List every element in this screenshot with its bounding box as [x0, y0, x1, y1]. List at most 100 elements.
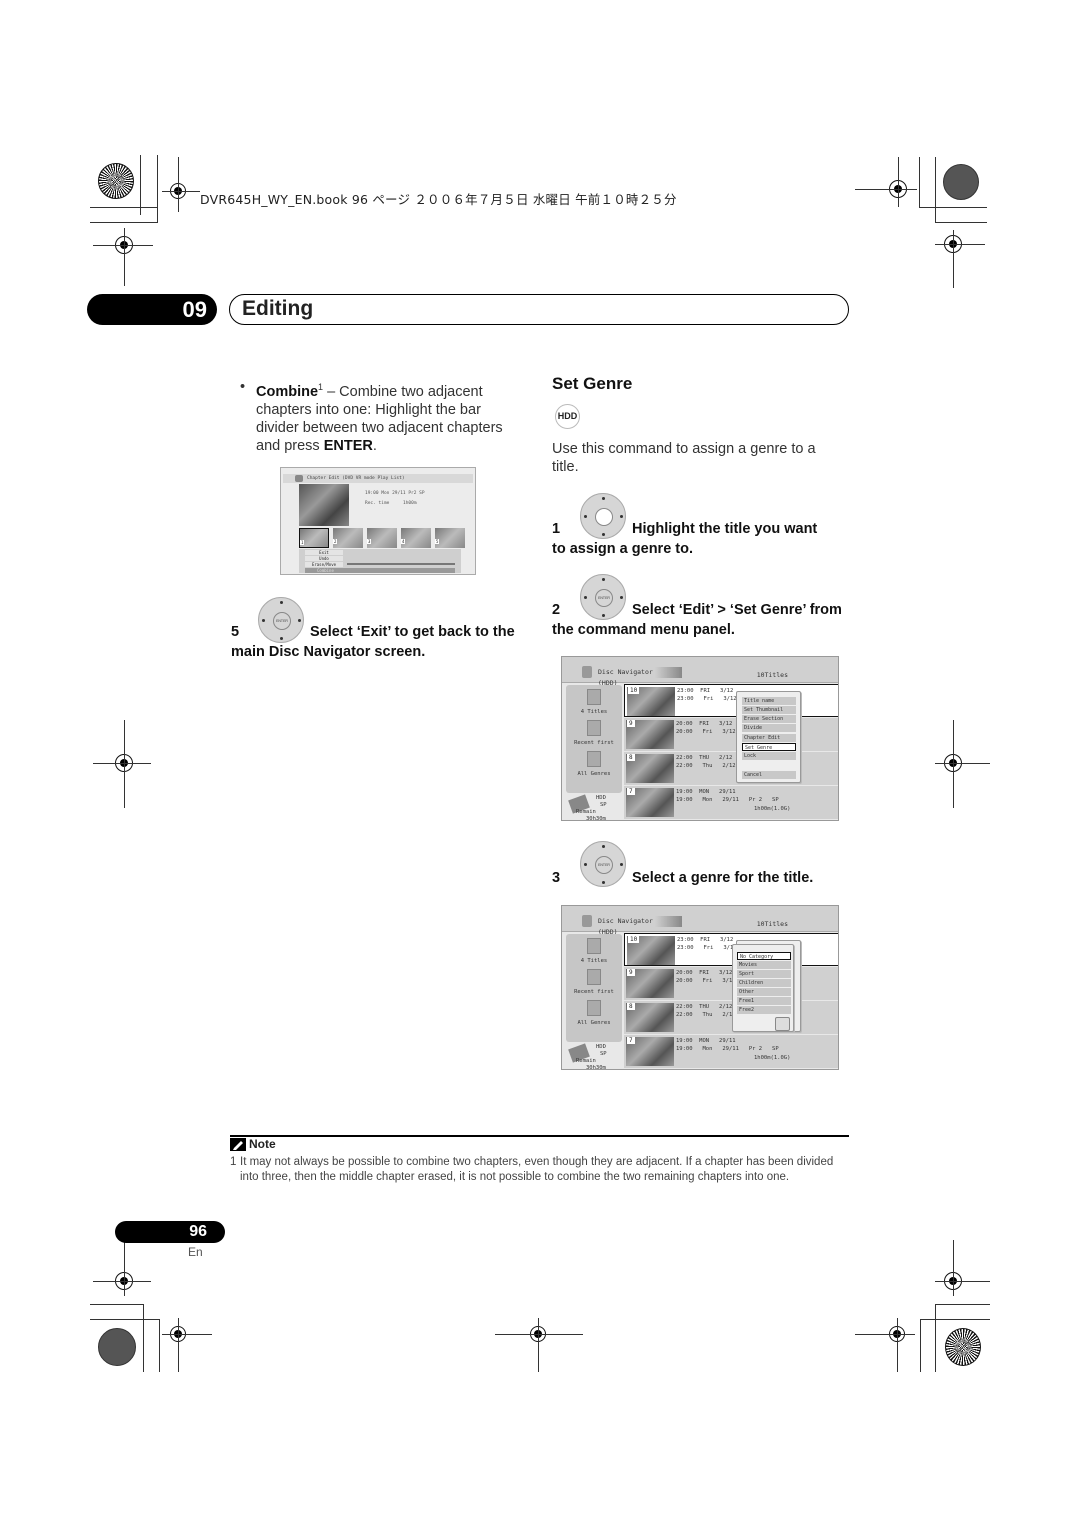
step-3-text: Select a genre for the title. — [632, 870, 814, 886]
square-icon — [587, 720, 601, 736]
sidebar-recent[interactable]: Recent first — [566, 969, 622, 995]
menu-item-erase-move[interactable]: Erase/Move — [305, 562, 343, 567]
step-2-number: 2 — [552, 602, 561, 618]
menu-item-set-thumbnail[interactable]: Set Thumbnail — [742, 706, 796, 714]
note-heading: Note — [249, 1137, 276, 1151]
genre-item-other[interactable]: Other — [737, 988, 791, 996]
footnote: 1 It may not always be possible to combi… — [230, 1155, 850, 1184]
step-5-number: 5 — [231, 624, 240, 640]
hdd-badge: HDD — [555, 404, 580, 429]
title-row[interactable]: 9 20:00 FRI 3/12 20:00 Fri 3/12 — [624, 718, 838, 751]
nav-sidebar: 4 Titles Recent first All Genres — [566, 934, 622, 1042]
genre-icon — [587, 751, 601, 767]
step-5-text-cont: main Disc Navigator screen. — [231, 644, 426, 660]
combine-term: Combine — [256, 383, 319, 400]
step-1-text: Highlight the title you want — [632, 521, 818, 537]
section-intro: Use this command to assign a genre to a … — [552, 441, 816, 475]
disc-icon — [582, 915, 592, 927]
section-title: Set Genre — [552, 374, 633, 393]
genre-item-no-category[interactable]: No Category — [737, 952, 791, 960]
note-divider — [230, 1135, 849, 1137]
recording-info: 19:00 Mon 29/11 Pr2 SP — [365, 491, 425, 496]
bullet: • — [240, 379, 246, 395]
disc-icon — [582, 666, 592, 678]
screen-title: Disc Navigator (HDD) — [592, 916, 682, 936]
chapter-thumb[interactable]: 5 — [435, 528, 465, 548]
menu-item-erase-section[interactable]: Erase Section — [742, 715, 796, 723]
square-icon — [587, 969, 601, 985]
disc-status: HDD SP Remain 30h30m — [566, 1043, 622, 1069]
remote-joystick-enter-icon: ENTER — [258, 597, 304, 643]
menu-item-title-name[interactable]: Title name — [742, 697, 796, 705]
chapter-edit-menu: Exit Undo Erase/Move Combine — [299, 549, 461, 573]
list-icon — [587, 938, 601, 954]
disc-icon — [295, 475, 303, 482]
starburst-target-icon — [945, 1328, 981, 1366]
sidebar-titles[interactable]: 4 Titles — [566, 689, 622, 715]
chapter-number: 09 — [87, 294, 217, 325]
genre-item-children[interactable]: Children — [737, 979, 791, 987]
gray-target-icon — [943, 164, 979, 200]
chapter-title: Editing — [229, 294, 849, 325]
nav-sidebar: 4 Titles Recent first All Genres — [566, 685, 622, 793]
title-row[interactable]: 8 22:00 THU 2/12 22:00 Thu 2/12 — [624, 752, 838, 785]
gray-target-icon — [98, 1328, 136, 1366]
note-pencil-icon — [230, 1138, 246, 1151]
remote-joystick-enter-icon: ENTER — [580, 841, 626, 887]
book-file-header: DVR645H_WY_EN.book 96 ページ ２００６年７月５日 水曜日 … — [200, 192, 677, 207]
step-2-text: Select ‘Edit’ > ‘Set Genre’ from — [632, 602, 842, 618]
title-row[interactable]: 7 19:00 MON 29/11 19:00 Mon 29/11 Pr 2 S… — [624, 786, 838, 819]
combine-bullet: • Combine1 – Combine two adjacent chapte… — [240, 379, 503, 454]
disc-navigator-genre-menu-screenshot: Disc Navigator (HDD) 10Titles 4 Titles R… — [561, 905, 839, 1070]
menu-item-set-genre[interactable]: Set Genre — [742, 743, 796, 751]
title-count: 10Titles — [756, 671, 788, 679]
step-1-number: 1 — [552, 521, 561, 537]
remote-joystick-enter-icon: ENTER — [580, 574, 626, 620]
menu-item-divide[interactable]: Divide — [742, 724, 796, 732]
chapter-bar[interactable] — [347, 563, 455, 565]
chapter-thumb[interactable]: 4 — [401, 528, 431, 548]
menu-item-undo[interactable]: Undo — [305, 556, 343, 561]
sidebar-genres[interactable]: All Genres — [566, 1000, 622, 1026]
page-number: 96 — [115, 1221, 225, 1243]
enter-key: ENTER — [323, 437, 373, 454]
menu-item-exit[interactable]: Exit — [305, 550, 343, 555]
genre-item-movies[interactable]: Movies — [737, 961, 791, 969]
chapter-thumb[interactable]: 2 — [333, 528, 363, 548]
step-2-text-cont: the command menu panel. — [552, 622, 735, 638]
menu-item-combine[interactable]: Combine — [305, 568, 455, 573]
title-row[interactable]: 10 23:00 FRI 3/12 23:00 Fri 3/12 — [624, 684, 838, 717]
genre-preview-box — [775, 1017, 790, 1031]
genre-item-sport[interactable]: Sport — [737, 970, 791, 978]
genre-menu: No Category Movies Sport Children Other … — [732, 944, 794, 1032]
footnote-text: It may not always be possible to combine… — [240, 1156, 834, 1183]
edit-command-menu: Title name Set Thumbnail Erase Section D… — [736, 691, 801, 783]
starburst-target-icon — [98, 163, 134, 199]
menu-item-lock[interactable]: Lock — [742, 752, 796, 760]
sidebar-recent[interactable]: Recent first — [566, 720, 622, 746]
title-list: 10 23:00 FRI 3/12 23:00 Fri 3/12 9 20:00… — [624, 684, 838, 820]
chapter-edit-screenshot: Chapter Edit (DVD VR mode Play List) 19:… — [280, 467, 476, 575]
genre-item-free1[interactable]: Free1 — [737, 997, 791, 1005]
screen-title: Disc Navigator (HDD) — [592, 667, 682, 687]
chapter-edit-title: Chapter Edit (DVD VR mode Play List) — [283, 474, 473, 483]
menu-item-chapter-edit[interactable]: Chapter Edit — [742, 734, 796, 742]
chapter-thumb[interactable]: 1 — [299, 528, 329, 548]
preview-thumbnail — [299, 484, 349, 526]
footnote-number: 1 — [230, 1156, 237, 1168]
sidebar-genres[interactable]: All Genres — [566, 751, 622, 777]
chapter-thumb[interactable]: 3 — [367, 528, 397, 548]
genre-item-free2[interactable]: Free2 — [737, 1006, 791, 1014]
remote-joystick-icon — [580, 493, 626, 539]
title-row[interactable]: 7 19:00 MON 29/11 19:00 Mon 29/11 Pr 2 S… — [624, 1035, 838, 1068]
page-language: En — [188, 1245, 203, 1259]
genre-icon — [587, 1000, 601, 1016]
menu-item-cancel[interactable]: Cancel — [742, 771, 796, 779]
disc-status: HDD SP Remain 30h30m — [566, 794, 622, 820]
sidebar-titles[interactable]: 4 Titles — [566, 938, 622, 964]
step-3-number: 3 — [552, 870, 561, 886]
list-icon — [587, 689, 601, 705]
rec-time-value: 1h00m — [403, 501, 417, 506]
step-5-text: Select ‘Exit’ to get back to the — [310, 624, 515, 640]
title-count: 10Titles — [756, 920, 788, 928]
